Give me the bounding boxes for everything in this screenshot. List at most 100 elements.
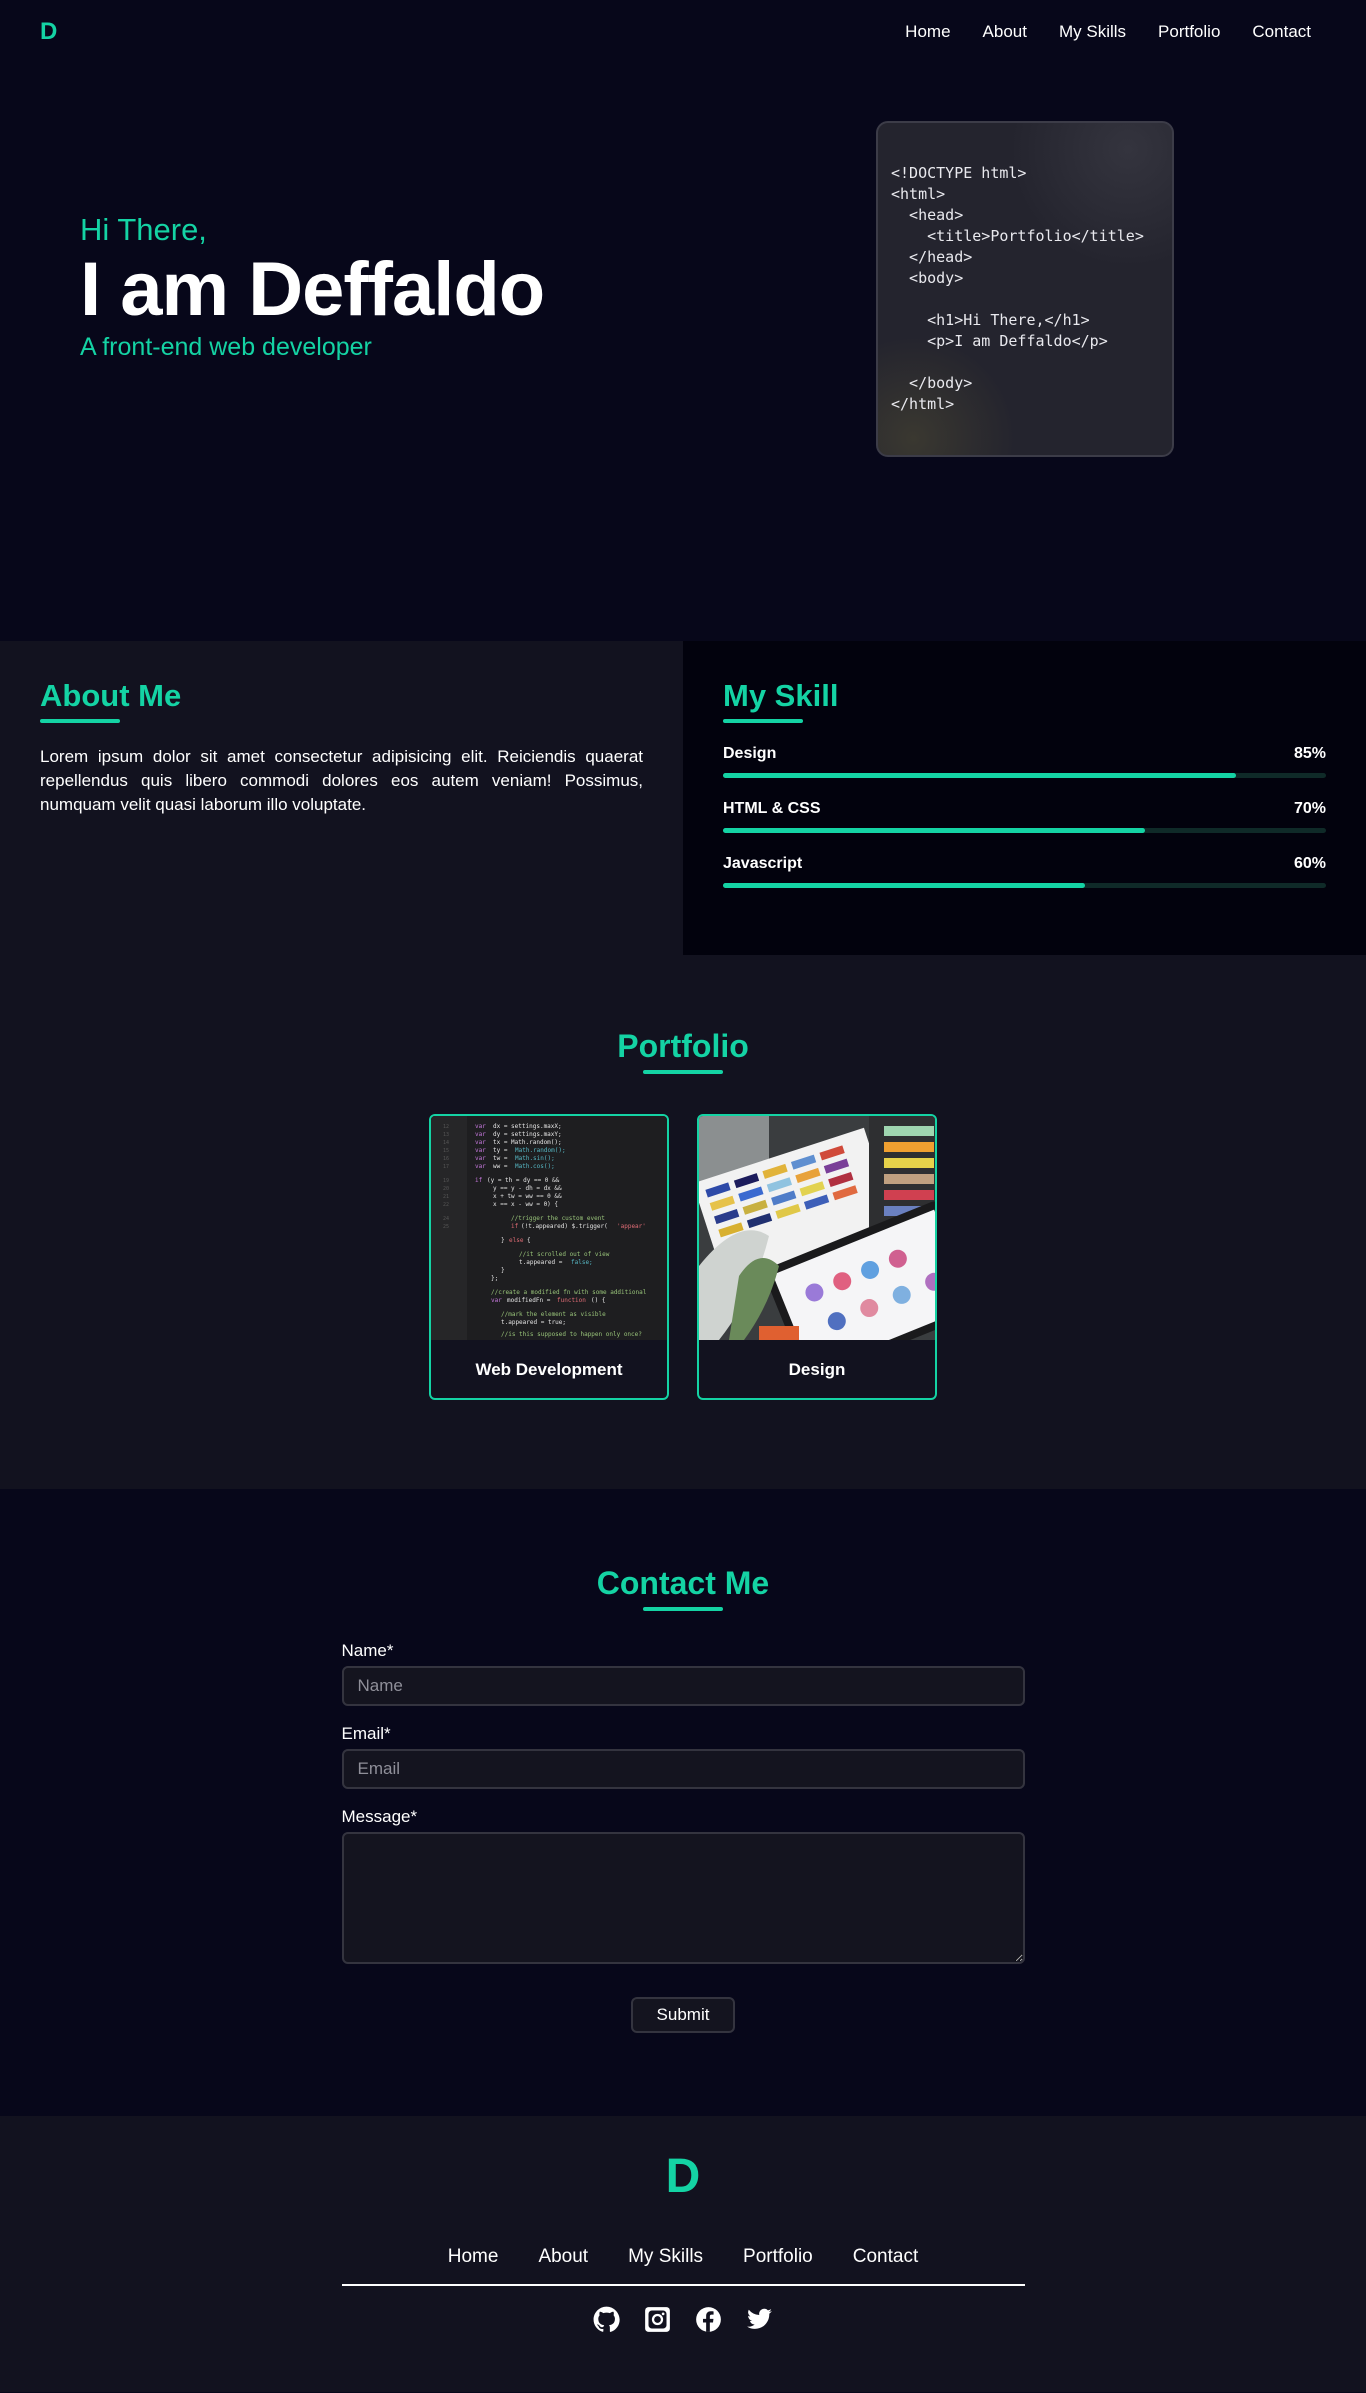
nav-link-portfolio[interactable]: Portfolio bbox=[1158, 22, 1220, 42]
top-navbar: D Home About My Skills Portfolio Contact bbox=[0, 0, 1366, 64]
svg-text:var: var bbox=[475, 1139, 486, 1146]
svg-text:22: 22 bbox=[443, 1202, 449, 1208]
svg-text:14: 14 bbox=[443, 1140, 449, 1146]
portfolio-card-web-development[interactable]: var dx = settings.maxX; var dy = settings.… bbox=[429, 1114, 669, 1400]
portfolio-card-design[interactable]: Design bbox=[697, 1114, 937, 1400]
svg-text:false;: false; bbox=[571, 1259, 593, 1266]
footer-links: Home About My Skills Portfolio Contact bbox=[0, 2246, 1366, 2268]
skill-row-design: Design 85% bbox=[723, 745, 1326, 778]
social-links bbox=[0, 2306, 1366, 2333]
svg-text:var: var bbox=[475, 1123, 486, 1130]
svg-text:y == y - dh = dx &&: y == y - dh = dx && bbox=[493, 1185, 562, 1192]
footer-link-about[interactable]: About bbox=[538, 2246, 588, 2268]
svg-text:tw =: tw = bbox=[493, 1155, 508, 1162]
svg-text:if: if bbox=[511, 1223, 519, 1230]
footer-link-contact[interactable]: Contact bbox=[853, 2246, 918, 2268]
skill-progress-track bbox=[723, 828, 1326, 833]
skill-name: HTML & CSS bbox=[723, 800, 821, 817]
svg-text:x == x - ww = 0) {: x == x - ww = 0) { bbox=[493, 1201, 558, 1208]
svg-text:24: 24 bbox=[443, 1216, 449, 1222]
svg-text:16: 16 bbox=[443, 1156, 449, 1162]
svg-text:var: var bbox=[491, 1297, 502, 1304]
svg-text:Math.cos();: Math.cos(); bbox=[515, 1163, 555, 1170]
svg-text:var: var bbox=[475, 1155, 486, 1162]
svg-text:(!t.appeared) $.trigger(: (!t.appeared) $.trigger( bbox=[521, 1223, 608, 1230]
skill-progress-fill bbox=[723, 828, 1146, 833]
svg-text:};: }; bbox=[491, 1275, 498, 1282]
skills-title: My Skill bbox=[723, 678, 839, 713]
skill-progress-fill bbox=[723, 883, 1085, 888]
github-icon[interactable] bbox=[593, 2306, 620, 2333]
nav-link-contact[interactable]: Contact bbox=[1252, 22, 1311, 42]
contact-title: Contact Me bbox=[596, 1565, 770, 1601]
footer-link-my-skills[interactable]: My Skills bbox=[628, 2246, 703, 2268]
svg-text:Math.sin();: Math.sin(); bbox=[515, 1155, 555, 1162]
email-input[interactable] bbox=[341, 1749, 1025, 1789]
svg-text:() {: () { bbox=[591, 1297, 605, 1304]
svg-text:Math.random();: Math.random(); bbox=[515, 1147, 566, 1154]
title-underline bbox=[723, 719, 803, 723]
logo[interactable]: D bbox=[40, 18, 57, 46]
svg-text:var: var bbox=[475, 1131, 486, 1138]
svg-text://mark the element as visible: //mark the element as visible bbox=[501, 1311, 606, 1318]
svg-text:17: 17 bbox=[443, 1164, 449, 1170]
nav-link-my-skills[interactable]: My Skills bbox=[1059, 22, 1126, 42]
svg-text:t.appeared =: t.appeared = bbox=[519, 1259, 563, 1266]
svg-text:12: 12 bbox=[443, 1124, 449, 1130]
nav-link-about[interactable]: About bbox=[983, 22, 1027, 42]
footer-logo[interactable]: D bbox=[0, 2152, 1366, 2202]
facebook-icon[interactable] bbox=[695, 2306, 722, 2333]
svg-text://trigger the custom event: //trigger the custom event bbox=[511, 1215, 605, 1222]
name-input[interactable] bbox=[341, 1666, 1025, 1706]
svg-text:{: { bbox=[527, 1237, 531, 1244]
portfolio-section: Portfolio var dx = settings.maxX; var dy =… bbox=[0, 955, 1366, 1489]
svg-text:else: else bbox=[509, 1237, 524, 1244]
title-underline bbox=[643, 1070, 723, 1074]
hero-name: I am Deffaldo bbox=[80, 247, 545, 332]
footer-link-home[interactable]: Home bbox=[448, 2246, 499, 2268]
hero-section: Hi There, I am Deffaldo A front-end web … bbox=[0, 64, 1366, 641]
skill-percent: 85% bbox=[1293, 745, 1326, 762]
contact-form: Name* Email* Message* Submit bbox=[341, 1641, 1025, 2033]
svg-text:21: 21 bbox=[443, 1194, 449, 1200]
skill-name: Design bbox=[723, 745, 777, 762]
color-swatches-image bbox=[699, 1116, 935, 1340]
message-textarea[interactable] bbox=[341, 1832, 1025, 1964]
svg-text:t.appeared = true;: t.appeared = true; bbox=[501, 1319, 566, 1326]
about-skill-section: About Me Lorem ipsum dolor sit amet cons… bbox=[0, 641, 1366, 955]
contact-section: Contact Me Name* Email* Message* Submit bbox=[0, 1489, 1366, 2116]
svg-text:'appear': 'appear' bbox=[617, 1223, 646, 1230]
svg-text:}: } bbox=[501, 1237, 505, 1244]
hero-role: A front-end web developer bbox=[80, 333, 372, 361]
skill-progress-track bbox=[723, 773, 1326, 778]
nav-link-home[interactable]: Home bbox=[905, 22, 950, 42]
email-label: Email* bbox=[341, 1724, 391, 1743]
twitter-icon[interactable] bbox=[746, 2306, 773, 2333]
instagram-icon[interactable] bbox=[644, 2306, 671, 2333]
skill-progress-fill bbox=[723, 773, 1236, 778]
svg-text:13: 13 bbox=[443, 1132, 449, 1138]
svg-text:19: 19 bbox=[443, 1178, 449, 1184]
code-screenshot-image: var dx = settings.maxX; var dy = settings.… bbox=[431, 1116, 667, 1340]
nav-links: Home About My Skills Portfolio Contact bbox=[905, 22, 1311, 42]
svg-text://it scrolled out of view: //it scrolled out of view bbox=[519, 1251, 610, 1258]
svg-text://create a modified fn with so: //create a modified fn with some additio… bbox=[491, 1289, 647, 1296]
message-label: Message* bbox=[341, 1807, 418, 1826]
portfolio-card-label: Web Development bbox=[475, 1360, 623, 1379]
svg-text:function: function bbox=[557, 1297, 586, 1304]
footer-link-portfolio[interactable]: Portfolio bbox=[743, 2246, 813, 2268]
skill-percent: 60% bbox=[1293, 855, 1326, 872]
title-underline bbox=[40, 719, 120, 723]
svg-text://is this supposed to happen o: //is this supposed to happen only once? bbox=[501, 1331, 642, 1338]
about-panel: About Me Lorem ipsum dolor sit amet cons… bbox=[0, 641, 683, 955]
svg-text:tx = Math.random();: tx = Math.random(); bbox=[493, 1139, 562, 1146]
svg-text:25: 25 bbox=[443, 1224, 449, 1230]
svg-text:var: var bbox=[475, 1163, 486, 1170]
about-text: Lorem ipsum dolor sit amet consectetur a… bbox=[40, 747, 643, 814]
portfolio-card-label: Design bbox=[788, 1360, 846, 1379]
svg-text:20: 20 bbox=[443, 1186, 449, 1192]
skill-name: Javascript bbox=[723, 855, 803, 872]
svg-text:var: var bbox=[475, 1147, 486, 1154]
name-label: Name* bbox=[341, 1641, 394, 1660]
submit-button[interactable]: Submit bbox=[631, 1997, 735, 2033]
